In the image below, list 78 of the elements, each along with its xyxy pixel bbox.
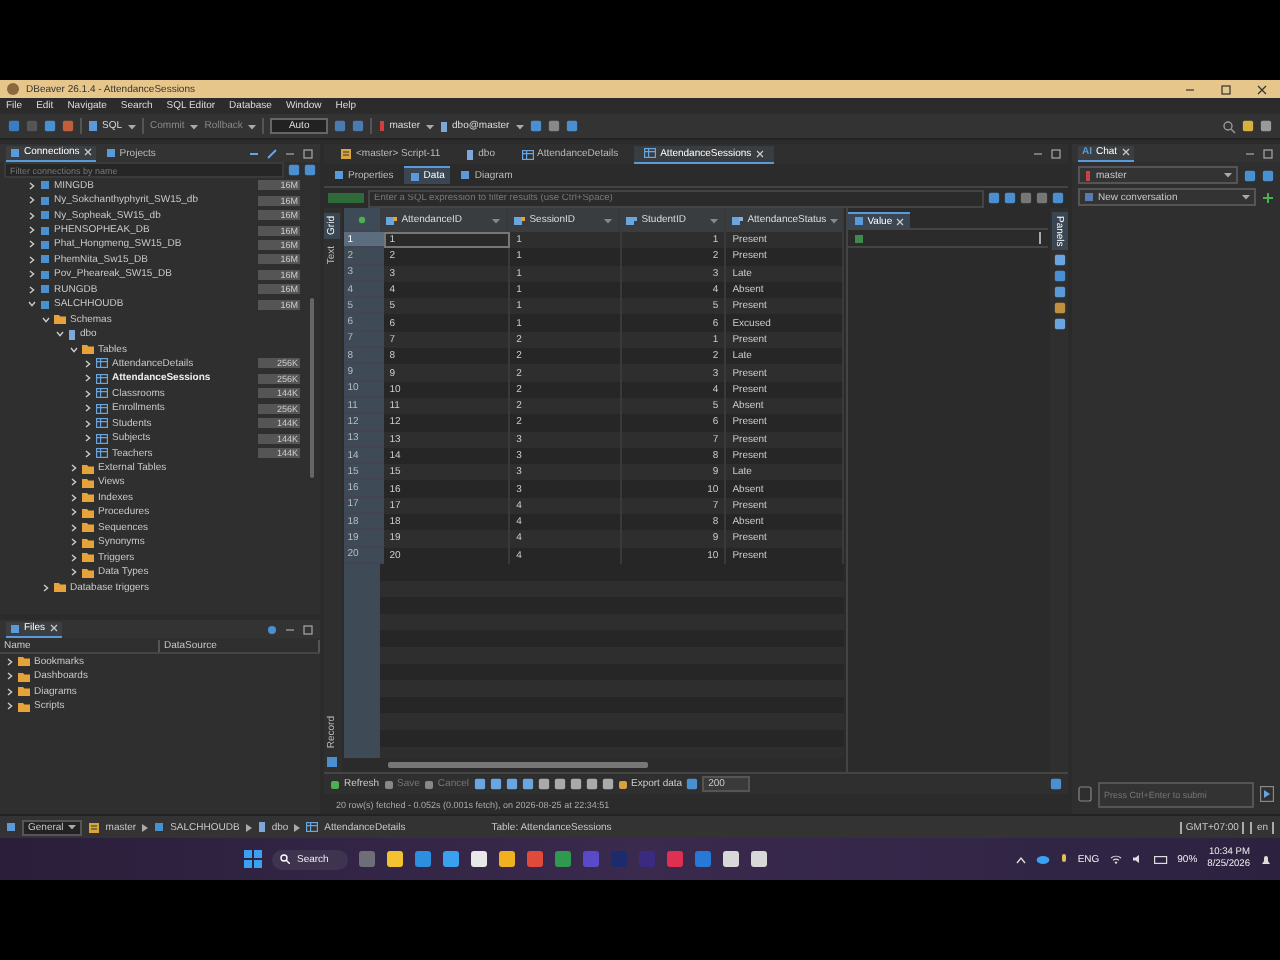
speaker-icon[interactable]	[1131, 854, 1144, 864]
folder-icon	[82, 344, 94, 355]
menu-icon[interactable]	[1038, 232, 1043, 244]
table-icon	[96, 418, 108, 429]
table-icon	[96, 433, 108, 444]
tab-icon	[10, 623, 20, 633]
notification-icon[interactable]	[1260, 853, 1273, 865]
column-type-icon	[385, 215, 398, 225]
battery-icon[interactable]	[1153, 855, 1168, 863]
table-icon	[96, 373, 108, 384]
column-type-icon	[513, 215, 526, 225]
minimize-icon[interactable]	[284, 147, 296, 159]
table-icon	[96, 388, 108, 399]
separator-arrow-icon	[142, 823, 149, 831]
schema-icon	[466, 149, 475, 159]
add-icon[interactable]	[1262, 191, 1274, 203]
caret-icon	[426, 123, 435, 129]
sort-icon[interactable]	[709, 217, 718, 223]
separator-arrow-icon	[294, 823, 301, 831]
script-icon	[87, 821, 100, 833]
tab-icon	[334, 170, 344, 180]
app-logo-icon	[6, 82, 20, 96]
maximize-icon[interactable]	[1262, 147, 1274, 159]
table-icon	[96, 448, 108, 459]
sort-icon[interactable]	[491, 217, 500, 223]
caret-icon	[190, 123, 199, 129]
schema-icon	[440, 121, 449, 131]
caret-icon	[248, 123, 257, 129]
send-icon[interactable]	[1260, 786, 1274, 802]
attach-icon[interactable]	[1078, 786, 1092, 802]
tab-icon	[409, 171, 420, 181]
chat-icon	[1084, 192, 1094, 202]
filter-toggle-icon[interactable]	[328, 192, 364, 204]
schema-icon	[68, 329, 76, 340]
maximize-icon[interactable]	[302, 147, 314, 159]
horizontal-scrollbar[interactable]	[387, 762, 648, 768]
close-icon[interactable]	[1256, 83, 1268, 95]
minimize-icon[interactable]	[284, 623, 296, 635]
scrollbar[interactable]	[310, 298, 314, 478]
caret-icon	[1242, 194, 1250, 200]
table-icon	[521, 149, 533, 159]
wifi-icon[interactable]	[1109, 854, 1122, 864]
tab-icon	[10, 147, 20, 157]
table-icon	[96, 403, 108, 414]
datasource-icon	[1084, 169, 1092, 181]
tab-icon	[105, 148, 116, 158]
schema-icon	[257, 822, 266, 832]
minimize-icon[interactable]	[1032, 148, 1044, 160]
table-icon	[306, 822, 319, 832]
caret-icon	[128, 123, 137, 129]
cloud-icon[interactable]	[1035, 854, 1050, 864]
collapse-icon[interactable]	[248, 147, 260, 159]
database-icon	[154, 822, 165, 832]
caret-icon	[515, 123, 524, 129]
minimize-icon[interactable]	[1184, 83, 1196, 95]
sql-editor-icon	[88, 120, 98, 132]
sort-icon[interactable]	[830, 217, 839, 223]
datasource-icon	[377, 120, 386, 132]
separator-arrow-icon	[245, 823, 252, 831]
windows-start-icon[interactable]	[244, 850, 263, 868]
table-icon	[96, 358, 108, 369]
chevron-up-icon[interactable]	[1015, 855, 1026, 863]
folder-icon	[54, 582, 66, 593]
caret-icon	[67, 824, 76, 830]
minimize-icon[interactable]	[1244, 147, 1256, 159]
folder-icon	[54, 314, 66, 325]
column-type-icon	[731, 215, 744, 225]
link-icon[interactable]	[266, 147, 278, 159]
maximize-icon[interactable]	[302, 623, 314, 635]
maximize-icon[interactable]	[1220, 83, 1232, 95]
maximize-icon[interactable]	[1050, 148, 1062, 160]
sort-icon[interactable]	[603, 217, 612, 223]
tab-icon	[460, 170, 471, 180]
value-icon	[853, 216, 864, 226]
select-all-icon[interactable]	[357, 215, 366, 223]
column-type-icon	[625, 215, 638, 225]
table-icon	[644, 148, 657, 158]
caret-icon	[1224, 172, 1232, 178]
